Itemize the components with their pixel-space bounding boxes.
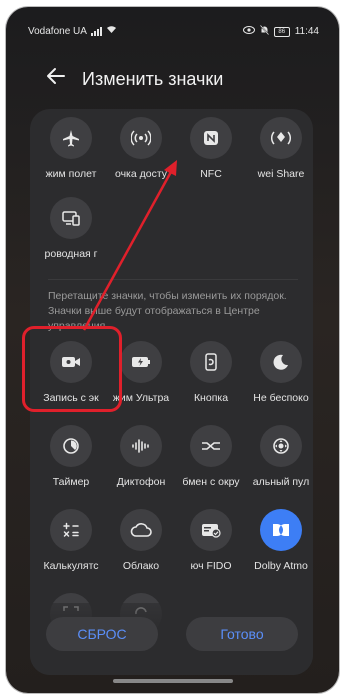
- share-icon[interactable]: [260, 117, 302, 159]
- tile-label: wei Share: [257, 168, 305, 180]
- tile-do-not-disturb[interactable]: Не беспоко: [246, 341, 313, 404]
- airplane-icon[interactable]: [50, 117, 92, 159]
- nfc-icon[interactable]: [190, 117, 232, 159]
- tile-cloud[interactable]: Облако: [106, 509, 176, 572]
- tile-label: бмен с окру: [182, 476, 240, 488]
- highlight-box: [22, 326, 122, 412]
- tile-fido-key[interactable]: юч FIDO: [176, 509, 246, 572]
- wifi-icon: [106, 25, 117, 37]
- tile-nfc[interactable]: NFC: [176, 117, 246, 180]
- calculator-icon[interactable]: [50, 509, 92, 551]
- tile-label: Не беспоко: [253, 392, 309, 404]
- tile-label: юч FIDO: [190, 560, 232, 572]
- tile-wireless-projection[interactable]: роводная г: [36, 197, 106, 260]
- tile-label: роводная г: [44, 248, 98, 260]
- tile-button[interactable]: Кнопка: [176, 341, 246, 404]
- status-bar: Vodafone UA 86 11:44: [6, 7, 339, 39]
- tile-label: Dolby Atmo: [254, 560, 308, 572]
- status-left: Vodafone UA: [28, 25, 117, 37]
- battery-icon: 86: [273, 26, 290, 37]
- nearby-share-icon[interactable]: [190, 425, 232, 467]
- timer-icon[interactable]: [50, 425, 92, 467]
- reset-button[interactable]: СБРОС: [46, 617, 158, 651]
- tile-label: Калькулятс: [43, 560, 99, 572]
- tile-timer[interactable]: Таймер: [36, 425, 106, 488]
- tile-nearby-share[interactable]: бмен с окру: [176, 425, 246, 488]
- action-bar: СБРОС Готово: [30, 603, 313, 675]
- header: Изменить значки: [6, 65, 339, 95]
- tile-label: Диктофон: [116, 476, 166, 488]
- tile-remote-control[interactable]: альный пул: [246, 425, 313, 488]
- tile-voice-recorder[interactable]: Диктофон: [106, 425, 176, 488]
- carrier-name: Vodafone UA: [28, 25, 87, 37]
- tile-label: очка досту: [114, 168, 168, 180]
- hotspot-icon[interactable]: [120, 117, 162, 159]
- eye-icon: [242, 26, 255, 37]
- tile-label: Таймер: [52, 476, 90, 488]
- section-divider: [48, 279, 298, 280]
- voice-recorder-icon[interactable]: [120, 425, 162, 467]
- home-indicator: [112, 679, 233, 683]
- button-icon[interactable]: [190, 341, 232, 383]
- tile-label: Облако: [122, 560, 160, 572]
- tile-label: NFC: [200, 168, 222, 180]
- tile-hotspot[interactable]: очка досту: [106, 117, 176, 180]
- signal-icon: [90, 26, 102, 36]
- tile-label: альный пул: [252, 476, 310, 488]
- tile-airplane[interactable]: жим полет: [36, 117, 106, 180]
- tile-label: жим полет: [45, 168, 97, 180]
- fido-key-icon[interactable]: [190, 509, 232, 551]
- wireless-projection-icon[interactable]: [50, 197, 92, 239]
- page-title: Изменить значки: [82, 69, 224, 89]
- moon-icon[interactable]: [260, 341, 302, 383]
- tile-dolby-atmos[interactable]: Dolby Atmo: [246, 509, 313, 572]
- tile-calculator[interactable]: Калькулятс: [36, 509, 106, 572]
- remote-control-icon[interactable]: [260, 425, 302, 467]
- back-arrow-icon[interactable]: [46, 65, 66, 91]
- tile-label: Кнопка: [193, 392, 229, 404]
- ultra-battery-icon[interactable]: [120, 341, 162, 383]
- mute-bell-icon: [259, 25, 269, 38]
- cloud-icon[interactable]: [120, 509, 162, 551]
- tile-huawei-share[interactable]: wei Share: [246, 117, 313, 180]
- status-right: 86 11:44: [242, 25, 319, 38]
- done-button[interactable]: Готово: [186, 617, 298, 651]
- dolby-icon[interactable]: [260, 509, 302, 551]
- clock: 11:44: [294, 26, 319, 37]
